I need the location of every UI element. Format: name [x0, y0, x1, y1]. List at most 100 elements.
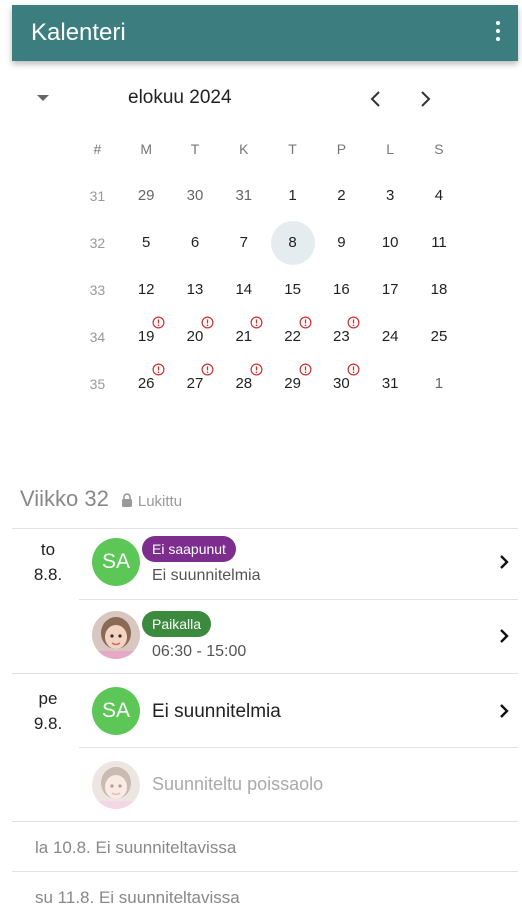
day-number: 27 [186, 375, 204, 392]
day-number: 29 [284, 375, 301, 392]
weekday-header: M [140, 140, 153, 157]
day-number: 30 [186, 187, 204, 204]
day-number: 8 [288, 234, 297, 251]
calendar-day[interactable]: 19 [122, 313, 171, 360]
calendar-day-selected[interactable]: 8 [268, 219, 317, 266]
day-number: 7 [239, 234, 248, 251]
calendar-day[interactable]: 18 [415, 266, 464, 313]
day-number: 31 [235, 187, 253, 204]
calendar-day[interactable]: 27 [171, 360, 220, 407]
weekday-header: S [434, 140, 444, 157]
calendar-day[interactable]: 9 [317, 219, 366, 266]
calendar-day[interactable]: 1 [415, 360, 464, 407]
week-header: Viikko 32 Lukittu [20, 486, 182, 512]
previous-month-button[interactable] [363, 86, 389, 112]
calendar-day[interactable]: 16 [317, 266, 366, 313]
divider [79, 747, 518, 748]
day-number: 22 [284, 328, 301, 345]
calendar-week-row: 33 12 13 14 15 16 17 18 [73, 266, 463, 313]
divider [12, 821, 518, 822]
next-month-button[interactable] [412, 86, 438, 112]
calendar-day[interactable]: 26 [122, 360, 171, 407]
day-number: 10 [381, 234, 399, 251]
day-number: 12 [137, 281, 155, 298]
day-number: 26 [137, 375, 155, 392]
calendar-day[interactable]: 14 [219, 266, 268, 313]
day-number: 24 [381, 328, 399, 345]
calendar-day[interactable]: 1 [268, 172, 317, 219]
more-vert-icon[interactable] [486, 17, 510, 47]
day-number: 19 [137, 328, 155, 345]
month-title[interactable]: elokuu 2024 [128, 87, 232, 109]
divider [79, 599, 518, 600]
day-number: 18 [430, 281, 448, 298]
day-not-plannable-sun: su 11.8. Ei suunniteltavissa [35, 888, 240, 907]
day-number: 23 [333, 328, 350, 345]
day-number: 28 [235, 375, 253, 392]
calendar-day[interactable]: 13 [171, 266, 220, 313]
day-number: 5 [142, 234, 151, 251]
app-bar: Kalenteri [12, 5, 518, 61]
calendar-day[interactable]: 2 [317, 172, 366, 219]
divider [12, 871, 518, 872]
day-number: 11 [431, 234, 447, 251]
chevron-left-icon [370, 91, 380, 107]
weekday-header: T [288, 140, 297, 157]
day-number: 3 [386, 187, 395, 204]
calendar-week-row: 34 19 20 21 22 23 24 25 [73, 313, 463, 360]
calendar-day[interactable]: 30 [317, 360, 366, 407]
calendar-day[interactable]: 25 [415, 313, 464, 360]
calendar-day[interactable]: 3 [366, 172, 415, 219]
calendar-week-row: 32 5 6 7 8 9 10 11 [73, 219, 463, 266]
day-number: 25 [430, 328, 448, 345]
day-number: 15 [284, 281, 301, 298]
week-number: 33 [89, 281, 106, 298]
status-badge: Paikalla [142, 611, 212, 637]
app-title: Kalenteri [31, 19, 126, 46]
avatar: SA [92, 687, 140, 735]
calendar-weekday-header: # M T K T P L S [73, 125, 463, 172]
calendar-day[interactable]: 5 [122, 219, 171, 266]
calendar-day[interactable]: 17 [366, 266, 415, 313]
calendar-day[interactable]: 31 [366, 360, 415, 407]
calendar-day[interactable]: 11 [415, 219, 464, 266]
week-title: Viikko 32 [20, 486, 109, 511]
calendar-day[interactable]: 7 [219, 219, 268, 266]
calendar-week-row: 31 29 30 31 1 2 3 4 [73, 172, 463, 219]
calendar-day[interactable]: 29 [268, 360, 317, 407]
locked-label: Lukittu [137, 493, 183, 510]
weekday-header: T [190, 140, 200, 157]
calendar-day[interactable]: 29 [122, 172, 171, 219]
day-label-thu: to 8.8. [18, 537, 78, 587]
calendar-day[interactable]: 30 [171, 172, 220, 219]
weekday-label: pe [38, 689, 58, 708]
calendar-day[interactable]: 31 [219, 172, 268, 219]
day-number: 1 [434, 375, 444, 392]
calendar-day[interactable]: 28 [219, 360, 268, 407]
week-number: 32 [89, 234, 106, 251]
calendar-day[interactable]: 24 [366, 313, 415, 360]
calendar-day[interactable]: 20 [171, 313, 220, 360]
calendar-day[interactable]: 6 [171, 219, 220, 266]
day-number: 9 [337, 234, 346, 251]
calendar-day[interactable]: 12 [122, 266, 171, 313]
day-label-fri: pe 9.8. [18, 686, 78, 736]
calendar-day[interactable]: 10 [366, 219, 415, 266]
calendar-day[interactable]: 22 [268, 313, 317, 360]
day-number: 20 [186, 328, 204, 345]
chevron-right-icon [500, 555, 509, 569]
calendar-day[interactable]: 21 [219, 313, 268, 360]
calendar-day[interactable]: 15 [268, 266, 317, 313]
plan-text: 06:30 - 15:00 [152, 643, 247, 660]
day-not-plannable-sat: la 10.8. Ei suunniteltavissa [35, 838, 237, 857]
plan-text: Ei suunnitelmia [152, 567, 261, 584]
day-number: 30 [333, 375, 350, 392]
date-label: 9.8. [33, 714, 63, 733]
dropdown-arrow-icon[interactable] [37, 95, 49, 101]
day-number: 21 [235, 328, 253, 345]
calendar-day[interactable]: 4 [415, 172, 464, 219]
day-number: 13 [186, 281, 204, 298]
week-number-header: # [93, 140, 102, 157]
day-number: 29 [137, 187, 155, 204]
calendar-day[interactable]: 23 [317, 313, 366, 360]
